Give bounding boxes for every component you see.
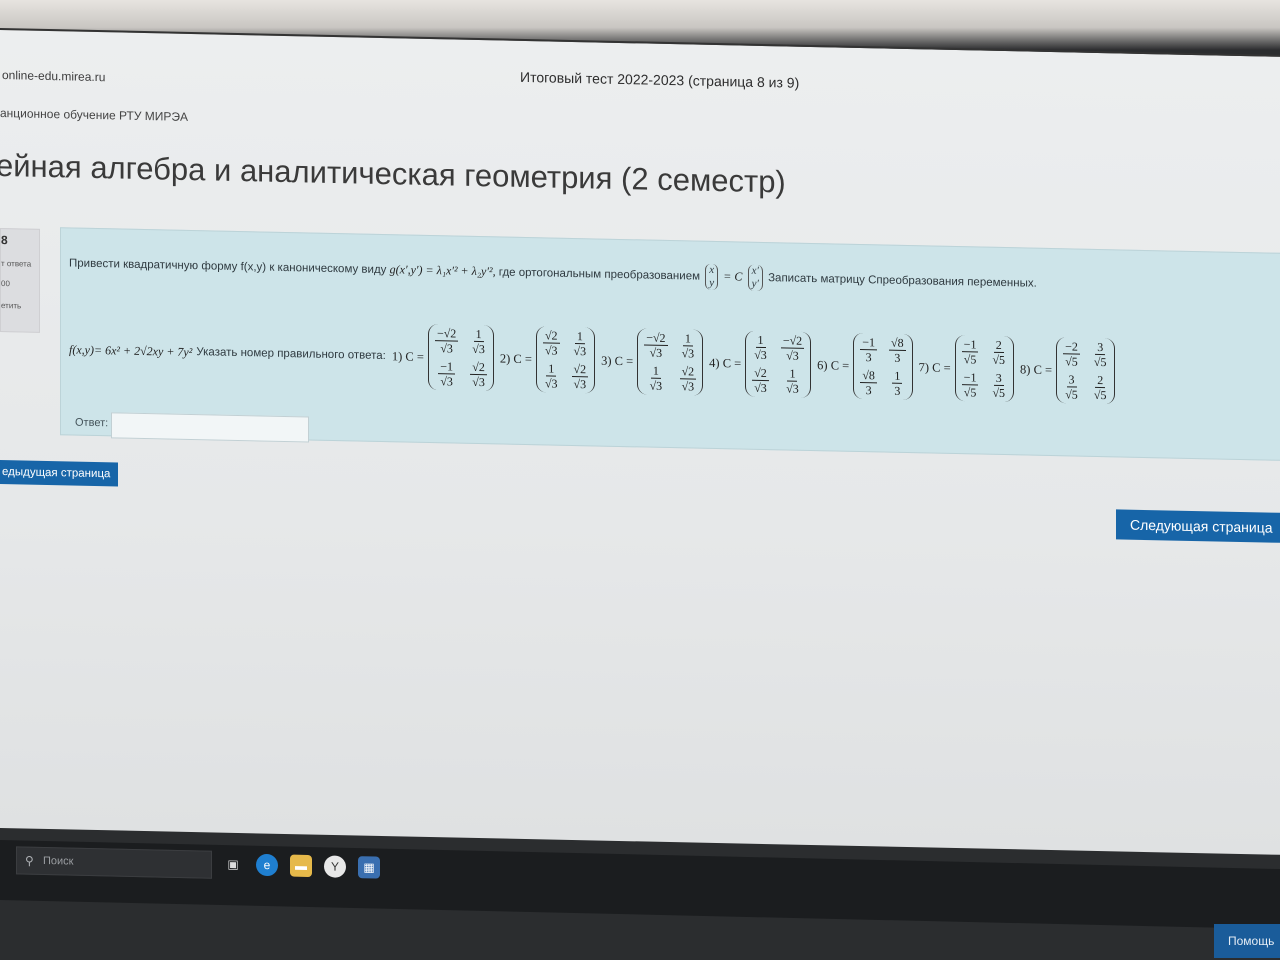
matrix-entry: 2 √5 bbox=[1093, 372, 1107, 403]
file-explorer-icon[interactable]: ▬ bbox=[290, 854, 312, 878]
matrix-entry: −1 √5 bbox=[961, 370, 979, 400]
matrix-entry: √2 √3 bbox=[752, 365, 769, 396]
question-task: Записать матрицу Спреобразования перемен… bbox=[768, 272, 1037, 290]
edge-browser-icon[interactable]: e bbox=[256, 853, 278, 877]
answer-option-5: 6) C = −1 3 √8 3 √8 3 1 3 bbox=[817, 332, 913, 401]
matrix-entry: 3 √5 bbox=[1093, 339, 1107, 370]
matrix-entry: √2 √3 bbox=[571, 361, 589, 392]
yandex-browser-icon[interactable]: Y bbox=[324, 855, 346, 878]
matrix-entry: 13 bbox=[892, 368, 903, 398]
matrix-entry: −√2 √3 bbox=[434, 326, 459, 356]
matrix-entry: 1 √3 bbox=[681, 331, 695, 361]
matrix-entry: −2 √5 bbox=[1063, 339, 1080, 369]
answer-option-4: 4) C = 1 √3 −√2 √3 √2 √3 1 √3 bbox=[709, 330, 812, 398]
answer-option-2: 2) C = √2 √3 1 √3 1 √3 √2 √3 bbox=[499, 325, 596, 394]
option-matrix: −2 √5 3 √5 3 √5 2 √5 bbox=[1056, 337, 1116, 405]
option-label: 3) C = bbox=[601, 353, 634, 368]
matrix-entry: 1 √3 bbox=[649, 363, 663, 393]
answer-option-1: 1) C = −√2 √3 1 √3 −1 √3 √2 √3 bbox=[391, 323, 494, 392]
question-intro: Привести квадратичную форму f(x,y) к кан… bbox=[69, 257, 387, 277]
option-matrix: √2 √3 1 √3 1 √3 √2 √3 bbox=[535, 326, 596, 394]
option-label: 6) C = bbox=[817, 357, 850, 373]
matrix-entry: 3 √5 bbox=[992, 370, 1006, 401]
help-button[interactable]: Помощь bbox=[1214, 924, 1280, 958]
answer-input[interactable] bbox=[111, 412, 309, 443]
vector-xy: xy bbox=[705, 263, 719, 291]
matrix-entry: √2 √3 bbox=[542, 328, 560, 358]
question-status: т ответа bbox=[1, 259, 32, 269]
option-matrix: −√2 √3 1 √3 −1 √3 √2 √3 bbox=[427, 323, 494, 392]
search-icon: ⚲ bbox=[25, 853, 34, 868]
instruction: Указать номер правильного ответа: bbox=[196, 346, 386, 363]
store-icon[interactable]: ▦ bbox=[358, 856, 380, 879]
canonical-form: g(x′,y′) = λ₁x′² + λ₂y′², bbox=[389, 262, 496, 279]
task-view-icon[interactable]: ▣ bbox=[222, 853, 244, 875]
window-title: Итоговый тест 2022-2023 (страница 8 из 9… bbox=[520, 68, 800, 91]
option-matrix: −1 √5 2 √5 −1 √5 3 √5 bbox=[954, 334, 1015, 403]
previous-page-button[interactable]: едыдущая страница bbox=[0, 460, 119, 487]
search-placeholder: Поиск bbox=[43, 854, 74, 868]
options-container: 1) C = −√2 √3 1 √3 −1 √3 √2 √3 2) C = √2 √3 1 √3 1 √3 √2… bbox=[386, 323, 1116, 405]
matrix-entry: −1 √5 bbox=[961, 337, 979, 367]
question-text: Привести квадратичную форму f(x,y) к кан… bbox=[69, 250, 1037, 296]
question-number: 8 bbox=[1, 233, 8, 248]
option-matrix: −√2 √3 1 √3 1 √3 √2 √3 bbox=[637, 328, 704, 396]
question-info-panel: 8 т ответа 00 етить bbox=[0, 228, 40, 333]
matrix-entry: −1 √3 bbox=[438, 359, 455, 389]
matrix-entry: 1 √3 bbox=[472, 326, 485, 357]
question-where: где ортогональным преобразованием bbox=[498, 266, 700, 283]
answer-option-7: 8) C = −2 √5 3 √5 3 √5 2 √5 bbox=[1020, 336, 1116, 405]
taskbar-search[interactable]: ⚲ Поиск bbox=[16, 846, 212, 879]
page-title: ейная алгебра и аналитическая геометрия … bbox=[0, 147, 786, 200]
matrix-entry: 1 √3 bbox=[786, 366, 799, 396]
answer-option-6: 7) C = −1 √5 2 √5 −1 √5 3 √5 bbox=[918, 334, 1015, 403]
matrix-entry: −√2 √3 bbox=[780, 333, 805, 363]
quadratic-form: f(x,y)= 6x² + 2√2xy + 7y² bbox=[69, 341, 193, 359]
option-label: 1) C = bbox=[391, 348, 424, 364]
flag-question-link[interactable]: етить bbox=[1, 301, 21, 310]
answer-option-3: 3) C = −√2 √3 1 √3 1 √3 √2 √3 bbox=[601, 328, 704, 396]
matrix-entry: 1 √3 bbox=[573, 329, 587, 359]
matrix-entry: 2 √5 bbox=[992, 337, 1006, 368]
question-content: Привести квадратичную форму f(x,y) к кан… bbox=[60, 227, 1280, 462]
vector-xy-prime: x′ y′ bbox=[747, 264, 763, 291]
matrix-entry: −1 3 bbox=[860, 335, 878, 365]
matrix-entry: 1 √3 bbox=[544, 361, 558, 391]
matrix-entry: −√2 √3 bbox=[644, 330, 668, 360]
breadcrumb[interactable]: анционное обучение РТУ МИРЭА bbox=[0, 106, 188, 124]
option-label: 8) C = bbox=[1020, 361, 1053, 377]
option-label: 4) C = bbox=[709, 355, 742, 371]
question-mark: 00 bbox=[1, 279, 10, 289]
matrix-entry: 3 √5 bbox=[1065, 372, 1078, 402]
matrix-entry: √2 √3 bbox=[679, 364, 697, 394]
answer-label: Ответ: bbox=[75, 416, 109, 430]
browser-screen: online-edu.mirea.ru Итоговый тест 2022-2… bbox=[0, 28, 1280, 855]
matrix-entry: √2 √3 bbox=[470, 359, 487, 390]
next-page-button[interactable]: Следующая страница bbox=[1116, 509, 1280, 543]
equals-c: = C bbox=[723, 269, 743, 284]
matrix-entry: √8 3 bbox=[860, 368, 877, 398]
option-label: 7) C = bbox=[918, 359, 951, 375]
option-matrix: 1 √3 −√2 √3 √2 √3 1 √3 bbox=[745, 330, 812, 398]
answer-options-line: f(x,y)= 6x² + 2√2xy + 7y² Указать номер … bbox=[69, 304, 1116, 416]
address-bar-url[interactable]: online-edu.mirea.ru bbox=[2, 68, 105, 84]
option-matrix: −1 3 √8 3 √8 3 1 3 bbox=[853, 332, 913, 401]
matrix-entry: √8 3 bbox=[889, 335, 906, 365]
option-label: 2) C = bbox=[499, 350, 532, 366]
taskbar: ⚲ Поиск ▣ e ▬ Y ▦ bbox=[0, 840, 1280, 930]
matrix-entry: 1 √3 bbox=[754, 332, 767, 363]
